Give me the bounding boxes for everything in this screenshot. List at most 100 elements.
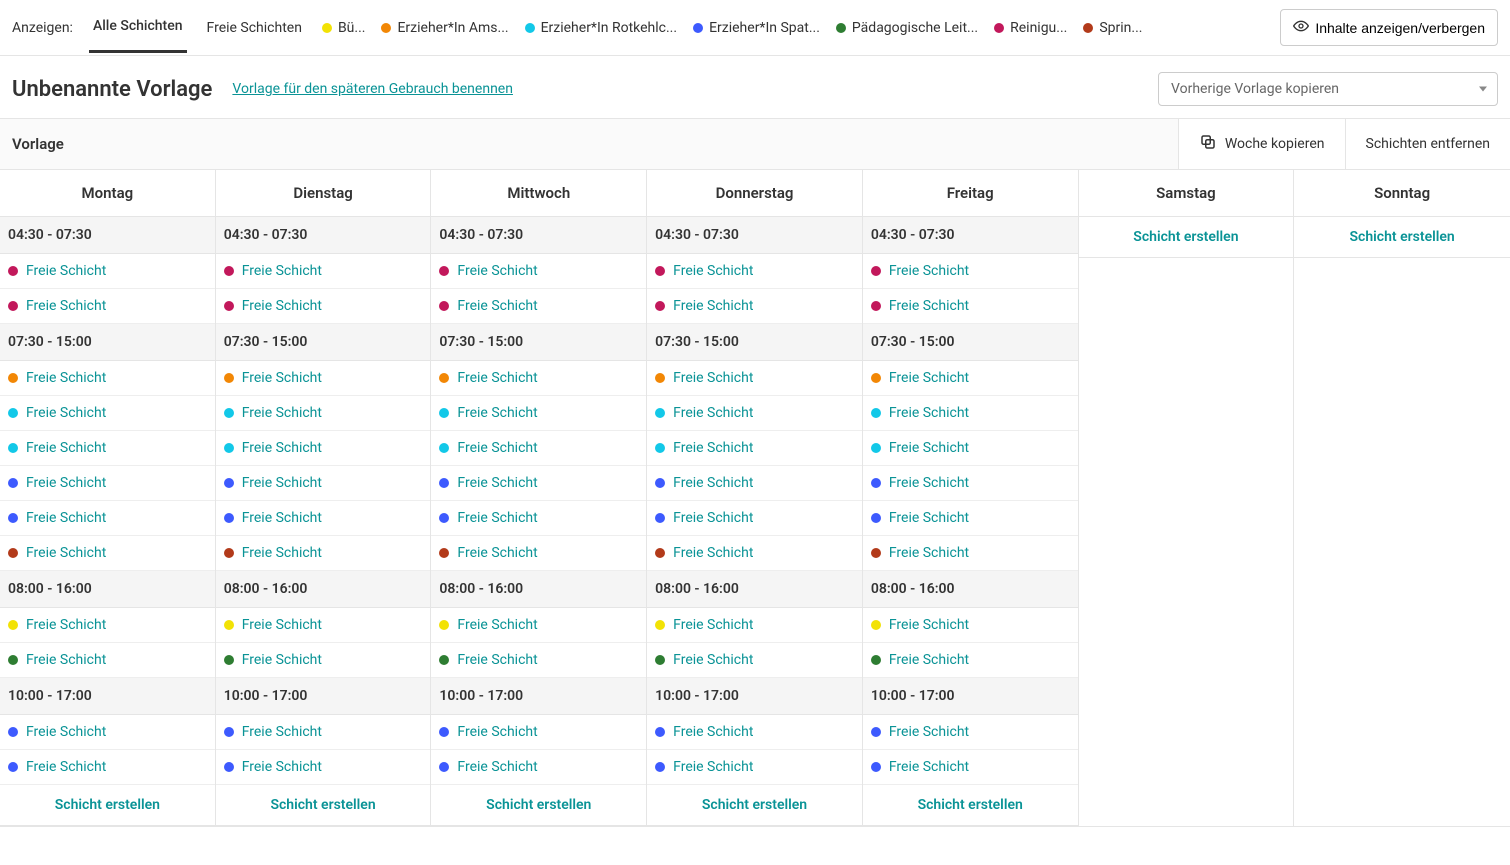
shift-item[interactable]: Freie Schicht bbox=[0, 750, 215, 785]
shift-item[interactable]: Freie Schicht bbox=[863, 466, 1078, 501]
day-header: Montag bbox=[0, 170, 215, 217]
shift-item[interactable]: Freie Schicht bbox=[0, 254, 215, 289]
shift-item[interactable]: Freie Schicht bbox=[431, 715, 646, 750]
tab-freie-schichten[interactable]: Freie Schichten bbox=[203, 4, 306, 52]
shift-item[interactable]: Freie Schicht bbox=[647, 361, 862, 396]
shift-item[interactable]: Freie Schicht bbox=[647, 289, 862, 324]
shift-label: Freie Schicht bbox=[673, 263, 753, 279]
color-dot-icon bbox=[655, 548, 665, 558]
shift-item[interactable]: Freie Schicht bbox=[216, 608, 431, 643]
shift-item[interactable]: Freie Schicht bbox=[431, 643, 646, 678]
remove-shifts-button[interactable]: Schichten entfernen bbox=[1345, 119, 1510, 169]
shift-item[interactable]: Freie Schicht bbox=[647, 715, 862, 750]
shift-item[interactable]: Freie Schicht bbox=[647, 396, 862, 431]
shift-item[interactable]: Freie Schicht bbox=[0, 501, 215, 536]
create-shift-button[interactable]: Schicht erstellen bbox=[0, 785, 215, 826]
time-block-header: 10:00 - 17:00 bbox=[431, 678, 646, 715]
shift-item[interactable]: Freie Schicht bbox=[216, 715, 431, 750]
shift-item[interactable]: Freie Schicht bbox=[431, 501, 646, 536]
shift-item[interactable]: Freie Schicht bbox=[863, 536, 1078, 571]
create-shift-button[interactable]: Schicht erstellen bbox=[431, 785, 646, 826]
filter-chip[interactable]: Erzieher*In Rotkehlc... bbox=[525, 20, 678, 36]
shift-item[interactable]: Freie Schicht bbox=[431, 254, 646, 289]
filter-chip[interactable]: Erzieher*In Ams... bbox=[381, 20, 508, 36]
shift-item[interactable]: Freie Schicht bbox=[431, 608, 646, 643]
shift-item[interactable]: Freie Schicht bbox=[0, 289, 215, 324]
filter-chip[interactable]: Sprin... bbox=[1083, 20, 1142, 36]
copy-previous-template-select[interactable]: Vorherige Vorlage kopieren bbox=[1158, 72, 1498, 106]
create-shift-button[interactable]: Schicht erstellen bbox=[1079, 217, 1294, 258]
shift-label: Freie Schicht bbox=[457, 370, 537, 386]
color-dot-icon bbox=[655, 620, 665, 630]
shift-item[interactable]: Freie Schicht bbox=[647, 750, 862, 785]
shift-item[interactable]: Freie Schicht bbox=[431, 361, 646, 396]
shift-item[interactable]: Freie Schicht bbox=[216, 361, 431, 396]
shift-item[interactable]: Freie Schicht bbox=[647, 431, 862, 466]
shift-item[interactable]: Freie Schicht bbox=[0, 643, 215, 678]
shift-item[interactable]: Freie Schicht bbox=[216, 396, 431, 431]
shift-item[interactable]: Freie Schicht bbox=[0, 608, 215, 643]
filter-chip[interactable]: Bü... bbox=[322, 20, 366, 36]
shift-item[interactable]: Freie Schicht bbox=[647, 536, 862, 571]
color-dot-icon bbox=[525, 23, 535, 33]
shift-item[interactable]: Freie Schicht bbox=[863, 431, 1078, 466]
shift-item[interactable]: Freie Schicht bbox=[216, 254, 431, 289]
color-dot-icon bbox=[8, 655, 18, 665]
toggle-visibility-button[interactable]: Inhalte anzeigen/verbergen bbox=[1280, 9, 1498, 46]
color-dot-icon bbox=[871, 443, 881, 453]
shift-label: Freie Schicht bbox=[673, 724, 753, 740]
shift-item[interactable]: Freie Schicht bbox=[647, 466, 862, 501]
filter-chip[interactable]: Pädagogische Leit... bbox=[836, 20, 978, 36]
time-block-header: 10:00 - 17:00 bbox=[863, 678, 1078, 715]
shift-item[interactable]: Freie Schicht bbox=[431, 289, 646, 324]
copy-week-button[interactable]: Woche kopieren bbox=[1178, 119, 1345, 169]
shift-item[interactable]: Freie Schicht bbox=[216, 466, 431, 501]
shift-item[interactable]: Freie Schicht bbox=[863, 715, 1078, 750]
shift-item[interactable]: Freie Schicht bbox=[863, 643, 1078, 678]
shift-item[interactable]: Freie Schicht bbox=[216, 289, 431, 324]
template-title: Unbenannte Vorlage bbox=[12, 77, 212, 102]
shift-item[interactable]: Freie Schicht bbox=[647, 254, 862, 289]
shift-item[interactable]: Freie Schicht bbox=[863, 501, 1078, 536]
shift-item[interactable]: Freie Schicht bbox=[0, 466, 215, 501]
shift-item[interactable]: Freie Schicht bbox=[216, 643, 431, 678]
shift-item[interactable]: Freie Schicht bbox=[863, 750, 1078, 785]
shift-item[interactable]: Freie Schicht bbox=[431, 750, 646, 785]
shift-item[interactable]: Freie Schicht bbox=[0, 431, 215, 466]
shift-item[interactable]: Freie Schicht bbox=[431, 466, 646, 501]
color-dot-icon bbox=[871, 655, 881, 665]
shift-item[interactable]: Freie Schicht bbox=[431, 431, 646, 466]
shift-item[interactable]: Freie Schicht bbox=[216, 750, 431, 785]
shift-item[interactable]: Freie Schicht bbox=[216, 431, 431, 466]
shift-item[interactable]: Freie Schicht bbox=[0, 361, 215, 396]
color-dot-icon bbox=[224, 408, 234, 418]
shift-item[interactable]: Freie Schicht bbox=[431, 536, 646, 571]
color-dot-icon bbox=[439, 548, 449, 558]
shift-item[interactable]: Freie Schicht bbox=[0, 536, 215, 571]
create-shift-button[interactable]: Schicht erstellen bbox=[647, 785, 862, 826]
shift-item[interactable]: Freie Schicht bbox=[647, 501, 862, 536]
create-shift-button[interactable]: Schicht erstellen bbox=[863, 785, 1078, 826]
shift-label: Freie Schicht bbox=[457, 545, 537, 561]
shift-item[interactable]: Freie Schicht bbox=[863, 361, 1078, 396]
shift-item[interactable]: Freie Schicht bbox=[863, 608, 1078, 643]
filter-chip[interactable]: Erzieher*In Spat... bbox=[693, 20, 820, 36]
shift-item[interactable]: Freie Schicht bbox=[216, 536, 431, 571]
tab-alle-schichten[interactable]: Alle Schichten bbox=[89, 2, 187, 53]
color-dot-icon bbox=[8, 727, 18, 737]
shift-item[interactable]: Freie Schicht bbox=[0, 715, 215, 750]
create-shift-button[interactable]: Schicht erstellen bbox=[1294, 217, 1510, 258]
shift-item[interactable]: Freie Schicht bbox=[431, 396, 646, 431]
shift-label: Freie Schicht bbox=[457, 405, 537, 421]
rename-template-link[interactable]: Vorlage für den späteren Gebrauch benenn… bbox=[232, 81, 513, 97]
shift-item[interactable]: Freie Schicht bbox=[863, 289, 1078, 324]
shift-item[interactable]: Freie Schicht bbox=[863, 396, 1078, 431]
shift-item[interactable]: Freie Schicht bbox=[863, 254, 1078, 289]
shift-item[interactable]: Freie Schicht bbox=[216, 501, 431, 536]
create-shift-button[interactable]: Schicht erstellen bbox=[216, 785, 431, 826]
shift-item[interactable]: Freie Schicht bbox=[0, 396, 215, 431]
shift-item[interactable]: Freie Schicht bbox=[647, 643, 862, 678]
shift-label: Freie Schicht bbox=[889, 617, 969, 633]
shift-item[interactable]: Freie Schicht bbox=[647, 608, 862, 643]
filter-chip[interactable]: Reinigu... bbox=[994, 20, 1067, 36]
